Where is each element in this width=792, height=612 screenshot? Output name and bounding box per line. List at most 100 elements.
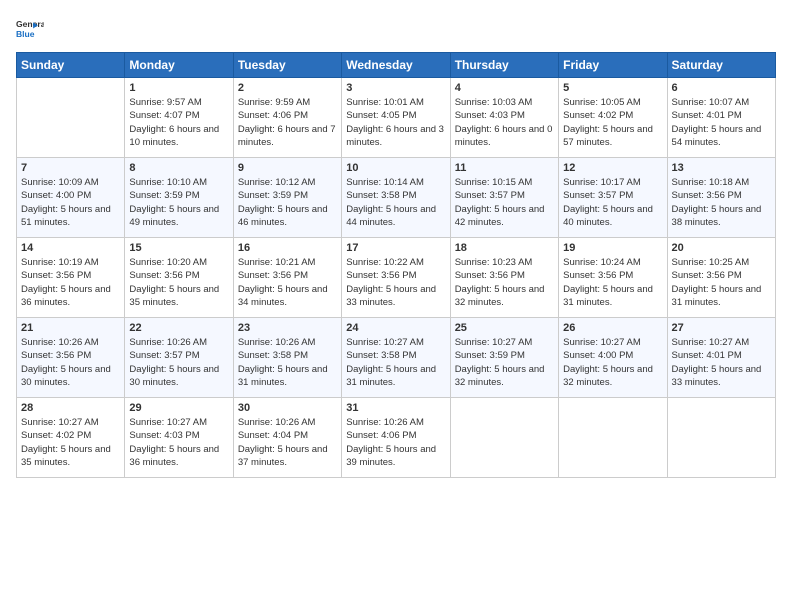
day-info: Sunrise: 9:59 AMSunset: 4:06 PMDaylight:… <box>238 96 337 149</box>
calendar-cell <box>667 398 775 478</box>
calendar-cell: 22 Sunrise: 10:26 AMSunset: 3:57 PMDaylig… <box>125 318 233 398</box>
day-info: Sunrise: 10:19 AMSunset: 3:56 PMDaylight… <box>21 256 120 309</box>
day-info: Sunrise: 10:03 AMSunset: 4:03 PMDaylight… <box>455 96 554 149</box>
day-info: Sunrise: 10:09 AMSunset: 4:00 PMDaylight… <box>21 176 120 229</box>
calendar-week-row: 1 Sunrise: 9:57 AMSunset: 4:07 PMDaylight… <box>17 78 776 158</box>
day-number: 11 <box>455 162 554 174</box>
weekday-header: Tuesday <box>233 53 341 78</box>
calendar-week-row: 14 Sunrise: 10:19 AMSunset: 3:56 PMDaylig… <box>17 238 776 318</box>
weekday-header: Monday <box>125 53 233 78</box>
day-info: Sunrise: 10:22 AMSunset: 3:56 PMDaylight… <box>346 256 445 309</box>
day-number: 1 <box>129 82 228 94</box>
day-info: Sunrise: 10:27 AMSunset: 4:00 PMDaylight… <box>563 336 662 389</box>
calendar-cell: 9 Sunrise: 10:12 AMSunset: 3:59 PMDayligh… <box>233 158 341 238</box>
day-number: 5 <box>563 82 662 94</box>
calendar-cell: 23Sunrise: 10:26 AMSunset: 3:58 PMDaylig… <box>233 318 341 398</box>
calendar-header: SundayMondayTuesdayWednesdayThursdayFrid… <box>17 53 776 78</box>
day-number: 24 <box>346 322 445 334</box>
calendar-cell: 6 Sunrise: 10:07 AMSunset: 4:01 PMDayligh… <box>667 78 775 158</box>
calendar-week-row: 21 Sunrise: 10:26 AMSunset: 3:56 PMDaylig… <box>17 318 776 398</box>
calendar-cell: 13 Sunrise: 10:18 AMSunset: 3:56 PMDaylig… <box>667 158 775 238</box>
calendar-cell: 3 Sunrise: 10:01 AMSunset: 4:05 PMDayligh… <box>342 78 450 158</box>
day-number: 10 <box>346 162 445 174</box>
calendar-cell: 24 Sunrise: 10:27 AMSunset: 3:58 PMDaylig… <box>342 318 450 398</box>
day-number: 9 <box>238 162 337 174</box>
day-info: Sunrise: 10:26 AMSunset: 3:58 PMDaylight… <box>238 336 337 389</box>
calendar-cell: 2 Sunrise: 9:59 AMSunset: 4:06 PMDaylight… <box>233 78 341 158</box>
calendar-cell: 15 Sunrise: 10:20 AMSunset: 3:56 PMDaylig… <box>125 238 233 318</box>
svg-text:General: General <box>16 19 44 29</box>
day-info: Sunrise: 10:27 AMSunset: 4:03 PMDaylight… <box>129 416 228 469</box>
day-number: 7 <box>21 162 120 174</box>
calendar-cell: 1 Sunrise: 9:57 AMSunset: 4:07 PMDaylight… <box>125 78 233 158</box>
day-number: 16 <box>238 242 337 254</box>
day-info: Sunrise: 10:07 AMSunset: 4:01 PMDaylight… <box>672 96 771 149</box>
day-number: 29 <box>129 402 228 414</box>
day-info: Sunrise: 10:14 AMSunset: 3:58 PMDaylight… <box>346 176 445 229</box>
day-info: Sunrise: 10:23 AMSunset: 3:56 PMDaylight… <box>455 256 554 309</box>
calendar-cell: 12Sunrise: 10:17 AMSunset: 3:57 PMDaylig… <box>559 158 667 238</box>
header: GeneralBlue <box>16 16 776 44</box>
calendar-body: 1 Sunrise: 9:57 AMSunset: 4:07 PMDaylight… <box>17 78 776 478</box>
weekday-header: Wednesday <box>342 53 450 78</box>
calendar-week-row: 7 Sunrise: 10:09 AMSunset: 4:00 PMDayligh… <box>17 158 776 238</box>
calendar-cell: 11 Sunrise: 10:15 AMSunset: 3:57 PMDaylig… <box>450 158 558 238</box>
calendar-cell: 8Sunrise: 10:10 AMSunset: 3:59 PMDayligh… <box>125 158 233 238</box>
day-number: 21 <box>21 322 120 334</box>
day-info: Sunrise: 10:27 AMSunset: 3:59 PMDaylight… <box>455 336 554 389</box>
day-info: Sunrise: 10:27 AMSunset: 3:58 PMDaylight… <box>346 336 445 389</box>
calendar-week-row: 28Sunrise: 10:27 AMSunset: 4:02 PMDaylig… <box>17 398 776 478</box>
day-info: Sunrise: 10:26 AMSunset: 3:56 PMDaylight… <box>21 336 120 389</box>
calendar-cell <box>450 398 558 478</box>
day-number: 15 <box>129 242 228 254</box>
day-info: Sunrise: 10:25 AMSunset: 3:56 PMDaylight… <box>672 256 771 309</box>
calendar-cell: 26Sunrise: 10:27 AMSunset: 4:00 PMDaylig… <box>559 318 667 398</box>
day-info: Sunrise: 10:27 AMSunset: 4:01 PMDaylight… <box>672 336 771 389</box>
calendar-cell: 5Sunrise: 10:05 AMSunset: 4:02 PMDayligh… <box>559 78 667 158</box>
day-number: 3 <box>346 82 445 94</box>
day-number: 13 <box>672 162 771 174</box>
calendar-cell: 27 Sunrise: 10:27 AMSunset: 4:01 PMDaylig… <box>667 318 775 398</box>
day-number: 20 <box>672 242 771 254</box>
day-number: 8 <box>129 162 228 174</box>
day-number: 25 <box>455 322 554 334</box>
logo-icon: GeneralBlue <box>16 16 44 44</box>
calendar-cell: 14 Sunrise: 10:19 AMSunset: 3:56 PMDaylig… <box>17 238 125 318</box>
weekday-header: Friday <box>559 53 667 78</box>
day-info: Sunrise: 10:18 AMSunset: 3:56 PMDaylight… <box>672 176 771 229</box>
calendar-cell: 30Sunrise: 10:26 AMSunset: 4:04 PMDaylig… <box>233 398 341 478</box>
calendar-table: SundayMondayTuesdayWednesdayThursdayFrid… <box>16 52 776 478</box>
day-info: Sunrise: 10:26 AMSunset: 3:57 PMDaylight… <box>129 336 228 389</box>
day-info: Sunrise: 10:01 AMSunset: 4:05 PMDaylight… <box>346 96 445 149</box>
calendar-cell: 28Sunrise: 10:27 AMSunset: 4:02 PMDaylig… <box>17 398 125 478</box>
calendar-cell: 29 Sunrise: 10:27 AMSunset: 4:03 PMDaylig… <box>125 398 233 478</box>
day-info: Sunrise: 9:57 AMSunset: 4:07 PMDaylight:… <box>129 96 228 149</box>
calendar-cell: 10 Sunrise: 10:14 AMSunset: 3:58 PMDaylig… <box>342 158 450 238</box>
logo: GeneralBlue <box>16 16 44 44</box>
day-number: 2 <box>238 82 337 94</box>
day-info: Sunrise: 10:12 AMSunset: 3:59 PMDaylight… <box>238 176 337 229</box>
day-number: 22 <box>129 322 228 334</box>
calendar-cell <box>17 78 125 158</box>
day-number: 17 <box>346 242 445 254</box>
calendar-cell <box>559 398 667 478</box>
day-number: 14 <box>21 242 120 254</box>
calendar-cell: 21 Sunrise: 10:26 AMSunset: 3:56 PMDaylig… <box>17 318 125 398</box>
day-info: Sunrise: 10:17 AMSunset: 3:57 PMDaylight… <box>563 176 662 229</box>
day-info: Sunrise: 10:24 AMSunset: 3:56 PMDaylight… <box>563 256 662 309</box>
day-number: 31 <box>346 402 445 414</box>
day-number: 27 <box>672 322 771 334</box>
day-number: 30 <box>238 402 337 414</box>
calendar-cell: 20 Sunrise: 10:25 AMSunset: 3:56 PMDaylig… <box>667 238 775 318</box>
weekday-header: Sunday <box>17 53 125 78</box>
day-info: Sunrise: 10:26 AMSunset: 4:06 PMDaylight… <box>346 416 445 469</box>
day-info: Sunrise: 10:20 AMSunset: 3:56 PMDaylight… <box>129 256 228 309</box>
day-info: Sunrise: 10:15 AMSunset: 3:57 PMDaylight… <box>455 176 554 229</box>
calendar-cell: 7 Sunrise: 10:09 AMSunset: 4:00 PMDayligh… <box>17 158 125 238</box>
weekday-row: SundayMondayTuesdayWednesdayThursdayFrid… <box>17 53 776 78</box>
day-number: 18 <box>455 242 554 254</box>
calendar-cell: 19 Sunrise: 10:24 AMSunset: 3:56 PMDaylig… <box>559 238 667 318</box>
day-number: 19 <box>563 242 662 254</box>
svg-text:Blue: Blue <box>16 29 35 39</box>
day-number: 6 <box>672 82 771 94</box>
